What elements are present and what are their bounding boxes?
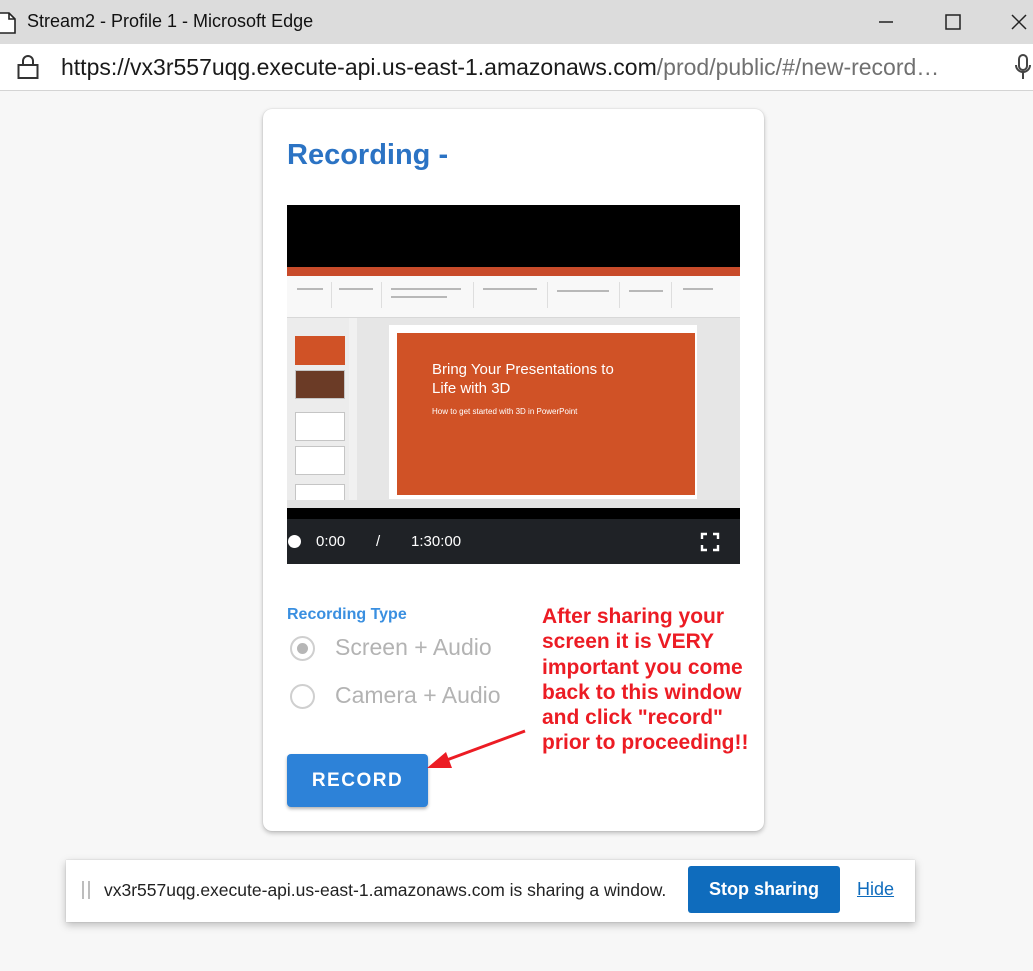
sharing-message: vx3r557uqg.execute-api.us-east-1.amazona… [104, 880, 667, 900]
duration: 1:30:00 [411, 533, 462, 550]
preview-titlebar [287, 267, 740, 276]
recording-type-label: Recording Type [287, 606, 407, 623]
drag-handle-icon[interactable] [82, 881, 91, 899]
current-time: 0:00 [316, 533, 346, 550]
radio-circle-checked[interactable] [290, 636, 315, 661]
page-title: Recording - [287, 139, 449, 171]
player-controls: 0:00 / 1:30:00 [287, 519, 740, 564]
video-player[interactable]: Bring Your Presentations to Life with 3D… [287, 205, 740, 564]
url-host: https://vx3r557uqg.execute-api.us-east-1… [61, 54, 657, 80]
url-path: /prod/public/#/new-record… [656, 54, 940, 80]
preview-slide-subtitle: How to get started with 3D in PowerPoint [432, 407, 578, 416]
annotation-text: After sharing your screen it is VERY imp… [542, 605, 749, 755]
minimize-button[interactable] [871, 8, 901, 36]
window-title: Stream2 - Profile 1 - Microsoft Edge [27, 11, 314, 31]
maximize-button[interactable] [938, 8, 968, 36]
radio-label: Camera + Audio [335, 682, 501, 708]
hide-link[interactable]: Hide [857, 879, 894, 900]
address-bar[interactable]: https://vx3r557uqg.execute-api.us-east-1… [0, 44, 1033, 91]
url-text[interactable]: https://vx3r557uqg.execute-api.us-east-1… [61, 54, 939, 81]
progress-scrubber[interactable] [288, 535, 301, 548]
stop-sharing-button[interactable]: Stop sharing [688, 866, 840, 913]
preview-slide-title: Bring Your Presentations to Life with 3D [432, 361, 614, 397]
preview-ribbon [287, 276, 740, 318]
screen-preview: Bring Your Presentations to Life with 3D… [287, 267, 740, 508]
microphone-icon[interactable] [1013, 53, 1033, 81]
time-separator: / [376, 533, 381, 550]
sharing-bar: vx3r557uqg.execute-api.us-east-1.amazona… [66, 860, 915, 922]
close-icon [1011, 14, 1027, 30]
record-button[interactable]: RECORD [287, 754, 428, 807]
minimize-icon [879, 21, 893, 23]
maximize-icon [945, 14, 961, 30]
preview-canvas: Bring Your Presentations to Life with 3D… [357, 318, 740, 500]
preview-statusbar [287, 500, 740, 508]
page-icon [0, 12, 16, 34]
fullscreen-icon[interactable] [700, 532, 720, 552]
window-titlebar: Stream2 - Profile 1 - Microsoft Edge [0, 0, 1033, 44]
radio-label: Screen + Audio [335, 634, 492, 660]
preview-slide: Bring Your Presentations to Life with 3D… [389, 325, 697, 499]
radio-circle[interactable] [290, 684, 315, 709]
preview-thumbnails [287, 318, 349, 508]
close-button[interactable] [1004, 8, 1033, 36]
lock-icon[interactable] [16, 54, 40, 80]
